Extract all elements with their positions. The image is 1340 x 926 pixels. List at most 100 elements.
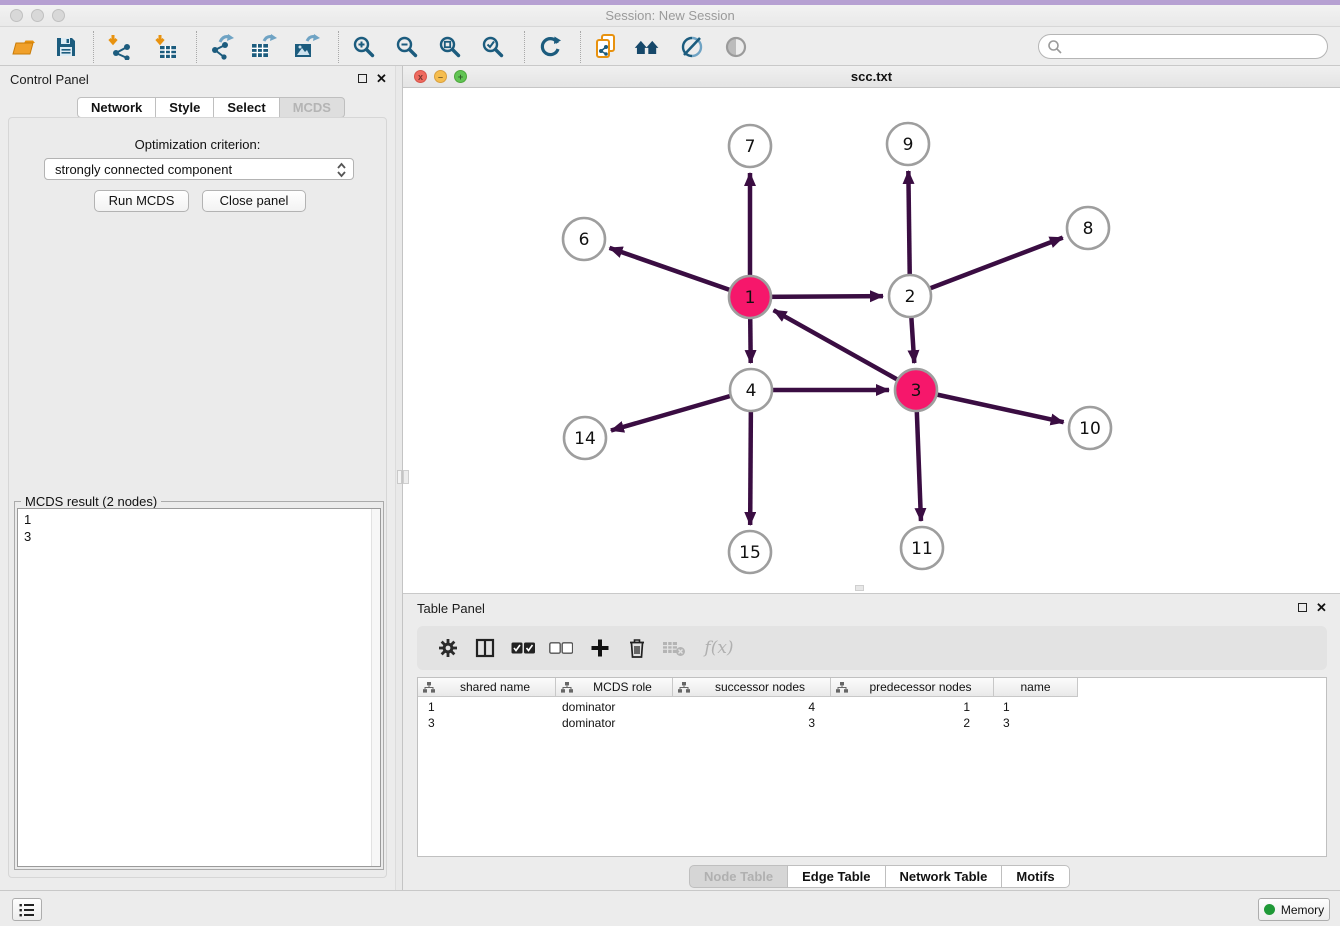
zoom-in-icon[interactable] (350, 33, 378, 61)
home-icon[interactable] (633, 33, 661, 61)
search-input[interactable] (1063, 37, 1327, 57)
tab-select[interactable]: Select (214, 97, 279, 118)
memory-button[interactable]: Memory (1258, 898, 1330, 921)
tab-network-table[interactable]: Network Table (886, 865, 1003, 888)
mcds-result-text[interactable]: 1 3 (17, 508, 381, 867)
float-panel-icon[interactable] (358, 74, 367, 83)
network-view-window: x – + scc.txt 7 9 6 8 1 2 4 3 14 10 15 11 (403, 66, 1340, 593)
function-builder-icon: f(x) (699, 636, 739, 660)
graph-edge-3-1[interactable] (774, 310, 916, 390)
table-close-panel-icon[interactable]: ✕ (1316, 602, 1327, 613)
column-header-name[interactable]: name (994, 678, 1078, 697)
column-header-predecessor-nodes[interactable]: predecessor nodes (831, 678, 994, 697)
hide-graphics-details-icon[interactable] (678, 33, 706, 61)
memory-label: Memory (1281, 903, 1324, 917)
criterion-select[interactable]: strongly connected component (44, 158, 354, 180)
network-window-title: scc.txt (403, 69, 1340, 84)
graph-node-9[interactable]: 9 (887, 123, 929, 165)
graph-node-3[interactable]: 3 (895, 369, 937, 411)
svg-text:10: 10 (1079, 419, 1101, 439)
canvas-left-scroll-handle[interactable] (403, 470, 409, 484)
task-history-button[interactable] (12, 898, 42, 921)
add-column-icon[interactable] (587, 636, 613, 660)
node-table[interactable]: shared nameMCDS rolesuccessor nodesprede… (417, 677, 1327, 857)
graph-node-1[interactable]: 1 (729, 276, 771, 318)
deselect-all-icon[interactable] (548, 636, 574, 660)
select-all-icon[interactable] (510, 636, 536, 660)
zoom-fit-icon[interactable] (436, 33, 464, 61)
zoom-selected-icon[interactable] (479, 33, 507, 61)
table-cell: 3 (994, 715, 1078, 731)
open-session-icon[interactable] (10, 33, 38, 61)
search-icon (1047, 39, 1063, 55)
control-panel-title: Control Panel (10, 72, 89, 87)
splitter-handle[interactable] (397, 470, 402, 484)
import-network-icon[interactable] (105, 33, 133, 61)
export-network-icon[interactable] (208, 33, 236, 61)
network-graph[interactable]: 7 9 6 8 1 2 4 3 14 10 15 11 (403, 88, 1340, 593)
graph-node-6[interactable]: 6 (563, 218, 605, 260)
table-row[interactable]: 1dominator411 (418, 699, 1078, 715)
table-float-panel-icon[interactable] (1298, 603, 1307, 612)
table-row[interactable]: 3dominator323 (418, 715, 1078, 731)
network-window-titlebar[interactable]: x – + scc.txt (403, 66, 1340, 88)
import-table-icon[interactable] (152, 33, 180, 61)
table-cell: 3 (418, 715, 556, 731)
refresh-icon[interactable] (536, 33, 564, 61)
table-cell: 1 (994, 699, 1078, 715)
column-header-shared-name[interactable]: shared name (418, 678, 556, 697)
eye-icon[interactable] (722, 33, 750, 61)
export-image-icon[interactable] (293, 33, 321, 61)
graph-node-2[interactable]: 2 (889, 275, 931, 317)
status-bar: Memory (0, 890, 1340, 926)
table-cell: 4 (673, 699, 831, 715)
graph-node-11[interactable]: 11 (901, 527, 943, 569)
column-header-successor-nodes[interactable]: successor nodes (673, 678, 831, 697)
graph-node-14[interactable]: 14 (564, 417, 606, 459)
column-header-MCDS-role[interactable]: MCDS role (556, 678, 673, 697)
network-canvas[interactable]: 7 9 6 8 1 2 4 3 14 10 15 11 (403, 88, 1340, 593)
svg-text:2: 2 (905, 287, 916, 307)
tab-node-table[interactable]: Node Table (689, 865, 788, 888)
svg-text:4: 4 (746, 381, 757, 401)
split-columns-icon[interactable] (472, 636, 498, 660)
table-panel: Table Panel ✕ (403, 593, 1340, 890)
column-hierarchy-icon (561, 682, 573, 693)
clone-network-icon[interactable] (592, 33, 620, 61)
graph-node-7[interactable]: 7 (729, 125, 771, 167)
save-session-icon[interactable] (52, 33, 80, 61)
table-toolbar: f(x) (417, 626, 1327, 670)
tab-motifs[interactable]: Motifs (1002, 865, 1069, 888)
run-mcds-button[interactable]: Run MCDS (94, 190, 189, 212)
graph-node-8[interactable]: 8 (1067, 207, 1109, 249)
tab-edge-table[interactable]: Edge Table (788, 865, 885, 888)
table-cell: 1 (418, 699, 556, 715)
tab-style[interactable]: Style (156, 97, 214, 118)
close-panel-button[interactable]: Close panel (202, 190, 306, 212)
window-title: Session: New Session (0, 8, 1340, 23)
canvas-bottom-scroll-handle[interactable] (855, 585, 864, 591)
graph-edge-2-8[interactable] (910, 238, 1063, 296)
column-hierarchy-icon (836, 682, 848, 693)
close-panel-icon[interactable]: ✕ (376, 73, 387, 84)
zoom-out-icon[interactable] (393, 33, 421, 61)
delete-column-trash-icon[interactable] (624, 636, 650, 660)
settings-gear-icon[interactable] (435, 636, 461, 660)
panel-splitter[interactable] (395, 66, 403, 890)
memory-status-dot (1264, 904, 1275, 915)
graph-edge-3-10[interactable] (916, 390, 1064, 422)
mcds-result-group: MCDS result (2 nodes) 1 3 (14, 501, 384, 870)
tab-mcds[interactable]: MCDS (280, 97, 345, 118)
graph-edge-1-6[interactable] (609, 248, 750, 297)
search-box[interactable] (1038, 34, 1328, 59)
result-scrollbar[interactable] (371, 509, 380, 866)
table-panel-title: Table Panel (417, 601, 485, 616)
tab-network[interactable]: Network (77, 97, 156, 118)
graph-node-10[interactable]: 10 (1069, 407, 1111, 449)
graph-node-15[interactable]: 15 (729, 531, 771, 573)
graph-node-4[interactable]: 4 (730, 369, 772, 411)
export-table-icon[interactable] (250, 33, 278, 61)
control-panel-tabs: NetworkStyleSelectMCDS (77, 97, 345, 118)
list-icon (19, 903, 35, 917)
app-titlebar: Session: New Session (0, 5, 1340, 26)
